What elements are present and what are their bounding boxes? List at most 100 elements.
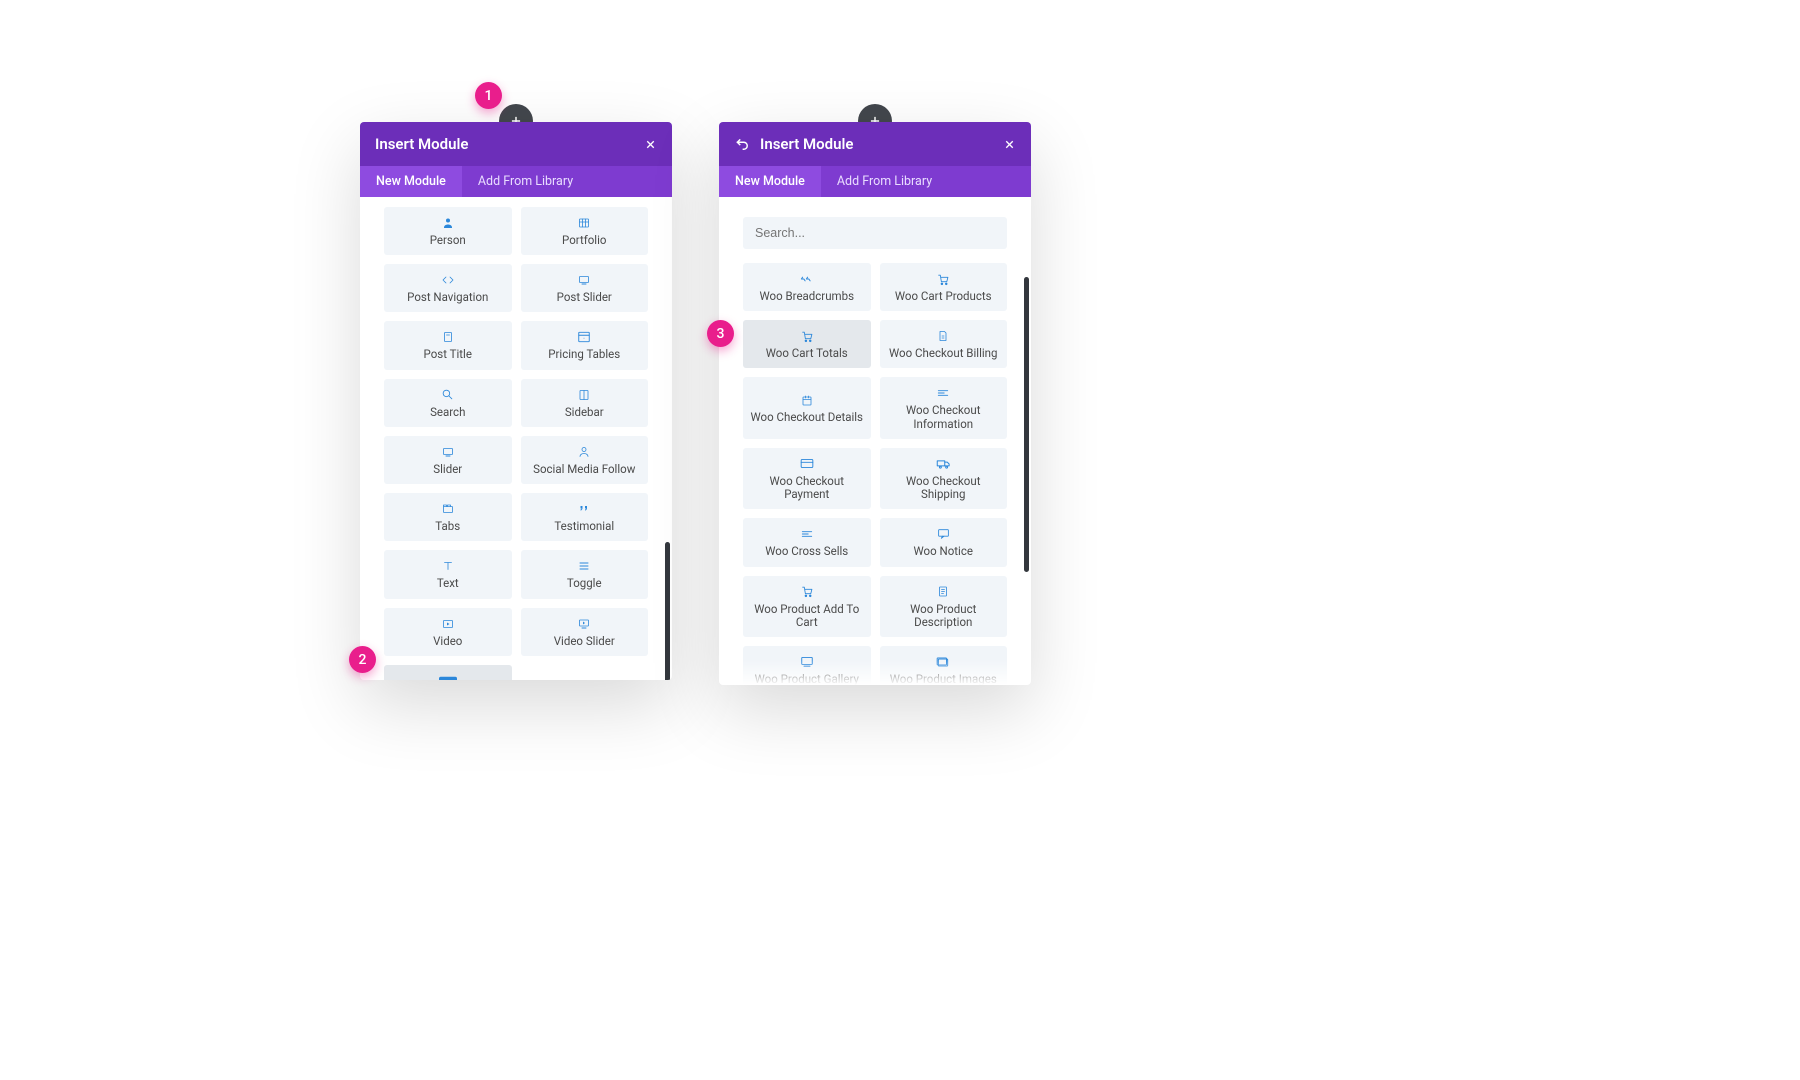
module-grid: Woo Breadcrumbs Woo Cart Products Woo Cart… [743,263,1007,685]
module-label: Woo Product Add To Cart [749,603,865,629]
video-icon [441,616,455,632]
module-label: Post Slider [557,291,612,304]
back-button[interactable] [734,137,750,151]
module-item-video[interactable]: Video [384,608,512,656]
module-label: Video Slider [554,635,615,648]
gallery-icon [800,654,814,670]
tab-new-module[interactable]: New Module [360,166,462,197]
module-label: Search [430,406,465,419]
tab-new-module[interactable]: New Module [719,166,821,197]
module-item-woo-product-images[interactable]: Woo Product Images [880,646,1008,685]
module-label: Toggle [567,577,602,590]
module-label: Sidebar [565,406,604,419]
module-item-post-title[interactable]: Post Title [384,321,512,369]
cart-icon [800,328,814,344]
module-item-woo-cart-totals[interactable]: Woo Cart Totals [743,320,871,368]
callout-2: 2 [349,646,376,673]
panel-header: Insert Module [719,122,1031,166]
tabs-icon [441,501,455,517]
search-input[interactable] [743,217,1007,249]
insert-module-panel-right: Insert Module New Module Add From Librar… [719,122,1031,685]
module-item-toggle[interactable]: Toggle [521,550,649,598]
pricing-icon [577,329,591,345]
module-item-woo-checkout-details[interactable]: Woo Checkout Details [743,377,871,438]
module-item-woo-product-gallery[interactable]: Woo Product Gallery [743,646,871,685]
tab-add-from-library[interactable]: Add From Library [821,166,948,197]
module-item-portfolio[interactable]: Portfolio [521,207,649,255]
module-item-video-slider[interactable]: Video Slider [521,608,649,656]
sidebar-icon [578,387,590,403]
module-label: Person [430,234,466,247]
module-label: Testimonial [554,520,614,533]
card-icon [800,456,814,472]
module-item-text[interactable]: Text [384,550,512,598]
module-label: Portfolio [562,234,606,247]
callout-3: 3 [707,320,734,347]
module-item-woo-checkout-billing[interactable]: Woo Checkout Billing [880,320,1008,368]
module-item-woo-notice[interactable]: Woo Notice [880,518,1008,566]
quote-icon [577,501,591,517]
breadcrumb-icon [799,271,815,287]
module-label: Slider [433,463,462,476]
module-item-woo-product-add-to-cart[interactable]: Woo Product Add To Cart [743,576,871,637]
module-item-pricing-tables[interactable]: Pricing Tables [521,321,649,369]
module-item-woo-checkout-shipping[interactable]: Woo Checkout Shipping [880,448,1008,509]
module-label: Woo Checkout Payment [749,475,865,501]
toggle-icon [577,558,591,574]
module-item-person[interactable]: Person [384,207,512,255]
scrollbar[interactable] [665,542,670,680]
title-icon [442,329,454,345]
scrollbar[interactable] [1024,277,1029,572]
module-item-social-media-follow[interactable]: Social Media Follow [521,436,649,484]
callout-1: 1 [475,82,502,109]
tabs: New Module Add From Library [719,166,1031,197]
insert-module-panel-left: Insert Module New Module Add From Librar… [360,122,672,680]
tabs: New Module Add From Library [360,166,672,197]
module-label: Woo Cart Products [895,290,992,303]
slider-icon [577,272,591,288]
module-label: Woo Cross Sells [765,545,848,558]
module-label: Woo Product Description [886,603,1002,629]
text-icon [442,558,454,574]
close-button[interactable] [644,138,657,151]
module-item-woo-cross-sells[interactable]: Woo Cross Sells [743,518,871,566]
module-item-sidebar[interactable]: Sidebar [521,379,649,427]
module-label: Woo Checkout Details [751,411,863,424]
module-item-search[interactable]: Search [384,379,512,427]
module-item-woo-cart-products[interactable]: Woo Cart Products [880,263,1008,311]
module-item-tabs[interactable]: Tabs [384,493,512,541]
calendar-icon [801,392,813,408]
module-item-testimonial[interactable]: Testimonial [521,493,649,541]
module-label: Video [433,635,462,648]
module-label: Post Title [424,348,472,361]
module-item-woo-product-description[interactable]: Woo Product Description [880,576,1008,637]
module-label: Post Navigation [407,291,488,304]
cart-icon [936,271,950,287]
truck-icon [936,456,951,472]
module-item-post-slider[interactable]: Post Slider [521,264,649,312]
module-label: Woo Cart Totals [766,347,848,360]
module-label: Woo Checkout Shipping [886,475,1002,501]
module-item-woo-breadcrumbs[interactable]: Woo Breadcrumbs [743,263,871,311]
module-label: Text [437,577,459,590]
close-button[interactable] [1003,138,1016,151]
module-label: Woo Breadcrumbs [759,290,854,303]
lines-icon [800,526,814,542]
panel-title: Insert Module [375,135,644,153]
module-item-woo-checkout-information[interactable]: Woo Checkout Information [880,377,1008,438]
module-item-slider[interactable]: Slider [384,436,512,484]
module-label: Tabs [435,520,460,533]
module-label: Woo Product Images [890,673,997,685]
search-icon [441,387,454,403]
panel-title: Insert Module [760,135,1003,153]
tab-add-from-library[interactable]: Add From Library [462,166,589,197]
module-label: Pricing Tables [548,348,620,361]
module-item-woo-modules[interactable]: wooWoo Modules [384,665,512,680]
module-grid: Person Portfolio Post Navigation Post Slide… [384,207,648,680]
person-icon [442,215,454,231]
module-item-woo-checkout-payment[interactable]: Woo Checkout Payment [743,448,871,509]
person-outline-icon [578,444,590,460]
slider-icon [441,444,455,460]
module-item-post-navigation[interactable]: Post Navigation [384,264,512,312]
code-icon [441,272,455,288]
